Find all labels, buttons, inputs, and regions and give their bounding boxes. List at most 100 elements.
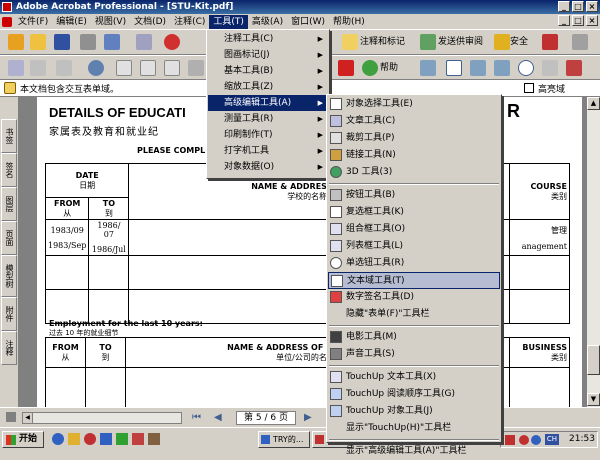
tab-comments[interactable]: 注释: [1, 331, 17, 365]
security-button[interactable]: 安全: [510, 34, 528, 50]
doc-restore-button[interactable]: □: [572, 15, 584, 26]
advanced-menu-item[interactable]: 组合框工具(O): [328, 221, 500, 238]
help-button[interactable]: 帮助: [380, 60, 398, 76]
advanced-menu-item[interactable]: 隐藏"表单(F)"工具栏: [328, 306, 500, 323]
attach-icon[interactable]: [136, 34, 152, 50]
tools-menu-item[interactable]: 基本工具(B) ▶: [208, 63, 328, 79]
minimize-button[interactable]: _: [558, 1, 570, 12]
maximize-button[interactable]: □: [572, 1, 584, 12]
yahoo-icon[interactable]: [338, 60, 354, 76]
advanced-menu-item[interactable]: 显示"TouchUp(H)"工具栏: [328, 420, 500, 437]
next-page-icon[interactable]: ▶: [304, 412, 312, 423]
menu-advanced[interactable]: 高级(A): [248, 15, 287, 29]
menu-window[interactable]: 窗口(W): [287, 15, 329, 29]
form-list-icon[interactable]: [470, 60, 486, 76]
advanced-menu-item[interactable]: 单选钮工具(R): [328, 255, 500, 272]
send-for-review-button[interactable]: 发送供审阅: [438, 34, 483, 50]
menu-comments[interactable]: 注释(C): [170, 15, 209, 29]
menu-edit[interactable]: 编辑(E): [52, 15, 91, 29]
fit-width-icon[interactable]: [164, 60, 180, 76]
advanced-menu-item[interactable]: 文本域工具(T): [328, 272, 500, 289]
form-radio-icon[interactable]: [518, 60, 534, 76]
advanced-menu-item[interactable]: TouchUp 对象工具(J): [328, 403, 500, 420]
more-tools-icon[interactable]: [572, 34, 588, 50]
form-text-icon[interactable]: [420, 60, 436, 76]
scroll-up-button[interactable]: ▲: [587, 97, 600, 110]
advanced-menu-item[interactable]: 裁剪工具(P): [328, 130, 500, 147]
menu-document[interactable]: 文档(D): [130, 15, 170, 29]
close-button[interactable]: ×: [586, 1, 598, 12]
tools-menu-item[interactable]: 高级编辑工具(A) ▶: [208, 95, 328, 111]
select-text-icon[interactable]: [30, 60, 46, 76]
tools-menu-item[interactable]: 测量工具(R) ▶: [208, 111, 328, 127]
form-combo-icon[interactable]: [494, 60, 510, 76]
word-icon[interactable]: [100, 433, 112, 445]
menu-tools[interactable]: 工具(T): [209, 14, 248, 29]
advanced-menu-item[interactable]: 复选框工具(K): [328, 204, 500, 221]
ime-indicator[interactable]: CH: [545, 434, 559, 445]
advanced-menu-item[interactable]: 列表框工具(L): [328, 238, 500, 255]
tab-pages[interactable]: 页面: [1, 221, 17, 255]
course-cell[interactable]: [509, 289, 570, 324]
tools-menu-item[interactable]: 打字机工具 ▶: [208, 143, 328, 159]
advanced-menu-item[interactable]: TouchUp 文本工具(X): [328, 369, 500, 386]
tools-menu-item[interactable]: 印刷制作(T) ▶: [208, 127, 328, 143]
fit-page-icon[interactable]: [140, 60, 156, 76]
excel-icon[interactable]: [116, 433, 128, 445]
page-number-field[interactable]: 第 5 / 6 页: [236, 411, 296, 425]
scroll-down-button[interactable]: ▼: [587, 393, 600, 406]
misc-quicklaunch-icon[interactable]: [148, 433, 160, 445]
start-button[interactable]: 开始: [2, 431, 44, 448]
comment-and-markup-button[interactable]: 注释和标记: [360, 34, 405, 50]
email-icon[interactable]: [104, 34, 120, 50]
form-signature-icon[interactable]: [566, 60, 582, 76]
advanced-menu-item[interactable]: 声音工具(S): [328, 346, 500, 363]
panel-toggle-icon[interactable]: [6, 412, 16, 422]
tools-menu-item[interactable]: 注释工具(C) ▶: [208, 31, 328, 47]
create-pdf-icon[interactable]: [8, 34, 24, 50]
scroll-thumb[interactable]: [587, 345, 600, 375]
doc-minimize-button[interactable]: _: [558, 15, 570, 26]
zoom-icon[interactable]: [88, 60, 104, 76]
ppt-icon[interactable]: [132, 433, 144, 445]
hand-tool-icon[interactable]: [8, 60, 24, 76]
advanced-menu-item[interactable]: 对象选择工具(E): [328, 96, 500, 113]
course-cell[interactable]: 管理 anagement: [509, 219, 570, 256]
tab-model-tree[interactable]: 模型树: [1, 255, 17, 297]
open-folder-icon[interactable]: [30, 34, 46, 50]
ie-icon[interactable]: [52, 433, 64, 445]
tools-menu-item[interactable]: 对象数据(O) ▶: [208, 159, 328, 175]
folder-icon[interactable]: [68, 433, 80, 445]
tab-layers[interactable]: 图层: [1, 187, 17, 221]
tab-signatures[interactable]: 签名: [1, 153, 17, 187]
form-checkbox-icon[interactable]: [446, 60, 462, 76]
menu-help[interactable]: 帮助(H): [329, 15, 369, 29]
doc-close-button[interactable]: ×: [586, 15, 598, 26]
from-cell[interactable]: [44, 255, 90, 290]
advanced-menu-item[interactable]: 链接工具(N): [328, 147, 500, 164]
business-cell[interactable]: [509, 367, 570, 407]
tab-attachments[interactable]: 附件: [1, 297, 17, 331]
to-cell[interactable]: [88, 255, 130, 290]
advanced-menu-item[interactable]: 电影工具(M): [328, 329, 500, 346]
highlight-fields-checkbox[interactable]: [524, 83, 534, 93]
to-cell[interactable]: 1986/ 07 1986/Jul: [88, 219, 130, 256]
scroll-left-button[interactable]: ◀: [23, 413, 33, 423]
menu-file[interactable]: 文件(F): [14, 15, 52, 29]
rotate-icon[interactable]: [188, 60, 204, 76]
tools-menu-item[interactable]: 图画标记(J) ▶: [208, 47, 328, 63]
vertical-scrollbar[interactable]: ▲ ▼: [586, 97, 600, 407]
form-button-icon[interactable]: [542, 60, 558, 76]
snapshot-icon[interactable]: [56, 60, 72, 76]
emp-to-cell[interactable]: [85, 367, 126, 407]
tools-menu-item[interactable]: 缩放工具(Z) ▶: [208, 79, 328, 95]
advanced-menu-item[interactable]: 3D 工具(3): [328, 164, 500, 181]
horizontal-scrollbar[interactable]: ◀: [22, 412, 182, 424]
advanced-menu-item[interactable]: 按钮工具(B): [328, 187, 500, 204]
save-icon[interactable]: [54, 34, 70, 50]
emp-from-cell[interactable]: [45, 367, 86, 407]
advanced-menu-item[interactable]: 文章工具(C): [328, 113, 500, 130]
previous-page-icon[interactable]: ◀: [214, 412, 222, 423]
print-icon[interactable]: [80, 34, 96, 50]
sign-pen-icon[interactable]: [542, 34, 558, 50]
